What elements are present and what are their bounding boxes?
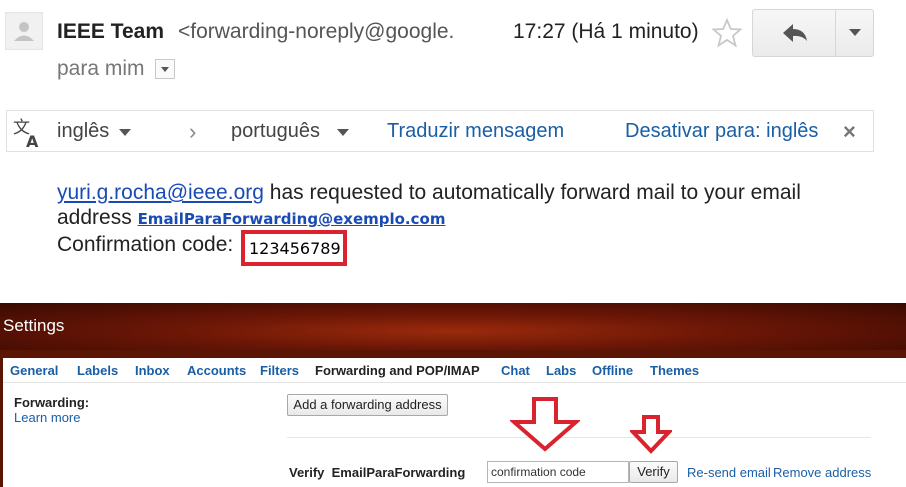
recipient-label: para mim [57, 57, 145, 80]
settings-title: Settings [3, 316, 65, 335]
chevron-down-icon [161, 67, 169, 72]
tab-offline[interactable]: Offline [592, 363, 633, 378]
chevron-right-icon: › [189, 119, 197, 144]
requester-email-link[interactable]: yuri.g.rocha@ieee.org [57, 181, 264, 204]
verify-label: Verify EmailParaForwarding [289, 465, 466, 480]
recipient-details-button[interactable] [155, 59, 175, 79]
more-actions-button[interactable] [836, 10, 874, 56]
tab-filters[interactable]: Filters [260, 363, 299, 378]
sender-avatar [5, 12, 43, 50]
tab-labels[interactable]: Labels [77, 363, 118, 378]
translate-bar: 文 A inglês › português Traduzir mensagem… [6, 110, 874, 152]
disable-translation-link[interactable]: Desativar para: inglês [625, 120, 818, 143]
confirmation-code: 123456789 [241, 230, 347, 266]
settings-header [0, 303, 906, 350]
translate-message-link[interactable]: Traduzir mensagem [387, 120, 564, 143]
forwarding-label: Forwarding: [14, 395, 90, 410]
star-icon[interactable] [712, 18, 742, 48]
svg-text:A: A [26, 132, 39, 149]
tab-inbox[interactable]: Inbox [135, 363, 170, 378]
reply-icon [783, 24, 807, 42]
resend-email-link[interactable]: Re-send email [687, 465, 771, 480]
source-language-select[interactable]: inglês [57, 120, 109, 143]
confirmation-code-label: Confirmation code: [57, 233, 234, 256]
person-icon [14, 22, 34, 41]
learn-more-link[interactable]: Learn more [14, 410, 80, 425]
tab-accounts[interactable]: Accounts [187, 363, 246, 378]
address-label: address [57, 206, 132, 229]
reply-button-group [752, 9, 874, 57]
down-arrow-icon [510, 397, 580, 452]
down-arrow-icon [630, 415, 672, 454]
tab-forwarding[interactable]: Forwarding and POP/IMAP [315, 363, 480, 378]
reply-button[interactable] [753, 10, 835, 56]
target-language-select[interactable]: português [231, 120, 320, 143]
sender-email: <forwarding-noreply@google. [178, 20, 455, 43]
close-icon[interactable]: × [843, 119, 856, 145]
request-text: has requested to automatically forward m… [269, 181, 801, 204]
message-line-2: address EmailParaForwarding@exemplo.com [57, 206, 445, 230]
tab-chat[interactable]: Chat [501, 363, 530, 378]
add-forwarding-address-button[interactable]: Add a forwarding address [287, 394, 448, 416]
tab-themes[interactable]: Themes [650, 363, 699, 378]
translate-icon: 文 A [13, 118, 39, 149]
verify-button[interactable]: Verify [629, 461, 678, 483]
forward-address-link[interactable]: EmailParaForwarding@exemplo.com [138, 210, 446, 228]
caret-down-icon [337, 129, 349, 136]
confirmation-code-input[interactable] [487, 461, 629, 483]
tab-general[interactable]: General [10, 363, 58, 378]
tab-labs[interactable]: Labs [546, 363, 576, 378]
chevron-down-icon [849, 29, 861, 36]
caret-down-icon [119, 129, 131, 136]
remove-address-link[interactable]: Remove address [773, 465, 871, 480]
message-time: 17:27 (Há 1 minuto) [513, 20, 699, 43]
message-line-1: yuri.g.rocha@ieee.org has requested to a… [57, 181, 801, 205]
sender-name: IEEE Team [57, 20, 164, 43]
